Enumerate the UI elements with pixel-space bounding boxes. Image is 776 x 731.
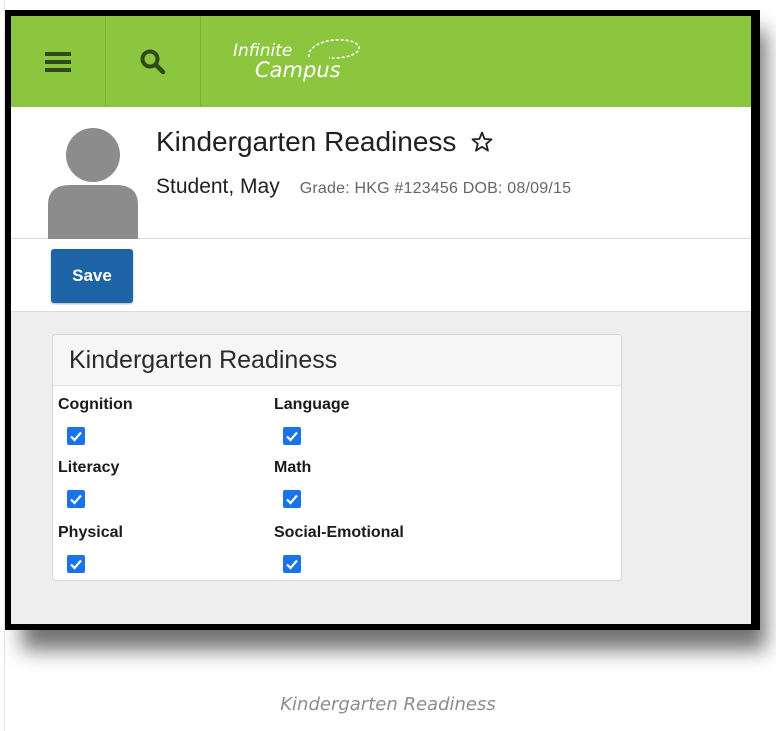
field-label: Social-Emotional: [274, 524, 404, 541]
field-literacy: Literacy: [58, 459, 119, 508]
page-header: Kindergarten Readiness Student, May Grad…: [11, 107, 751, 239]
field-label: Math: [274, 459, 312, 476]
action-bar: Save: [11, 239, 751, 312]
figure-caption: Kindergarten Readiness: [280, 694, 496, 715]
search-button[interactable]: [106, 16, 201, 107]
field-label: Physical: [58, 524, 123, 541]
cognition-checkbox[interactable]: [67, 427, 85, 445]
physical-checkbox[interactable]: [67, 555, 85, 573]
student-name: Student, May: [156, 175, 280, 198]
social-emotional-checkbox[interactable]: [283, 555, 301, 573]
screenshot-frame: Infinite Campus Kindergarten Readiness S…: [5, 10, 760, 630]
top-navigation-bar: Infinite Campus: [11, 16, 751, 107]
logo-swirl-icon: [308, 38, 360, 59]
field-label: Cognition: [58, 396, 133, 413]
infinite-campus-logo[interactable]: Infinite Campus: [201, 16, 360, 107]
save-button[interactable]: Save: [51, 249, 133, 303]
panel-title: Kindergarten Readiness: [69, 345, 338, 374]
readiness-panel: Kindergarten Readiness Cognition Languag…: [52, 334, 622, 581]
field-language: Language: [274, 396, 350, 445]
app-window: Infinite Campus Kindergarten Readiness S…: [11, 16, 751, 624]
literacy-checkbox[interactable]: [67, 490, 85, 508]
star-outline-icon[interactable]: [470, 130, 494, 154]
avatar: [48, 128, 138, 239]
field-math: Math: [274, 459, 311, 508]
field-label: Literacy: [58, 459, 120, 476]
hamburger-menu-icon: [45, 51, 71, 72]
student-meta: Grade: HKG #123456 DOB: 08/09/15: [299, 180, 572, 197]
field-physical: Physical: [58, 524, 123, 573]
field-social-emotional: Social-Emotional: [274, 524, 404, 573]
menu-button[interactable]: [11, 16, 106, 107]
logo-line1: Infinite: [233, 38, 360, 60]
title-row: Kindergarten Readiness: [156, 126, 494, 158]
panel-header: Kindergarten Readiness: [53, 335, 621, 386]
page-title: Kindergarten Readiness: [156, 126, 457, 157]
field-cognition: Cognition: [58, 396, 133, 445]
student-info: Student, May Grade: HKG #123456 DOB: 08/…: [156, 175, 571, 199]
language-checkbox[interactable]: [283, 427, 301, 445]
math-checkbox[interactable]: [283, 490, 301, 508]
search-icon: [140, 49, 166, 74]
field-label: Language: [274, 396, 350, 413]
